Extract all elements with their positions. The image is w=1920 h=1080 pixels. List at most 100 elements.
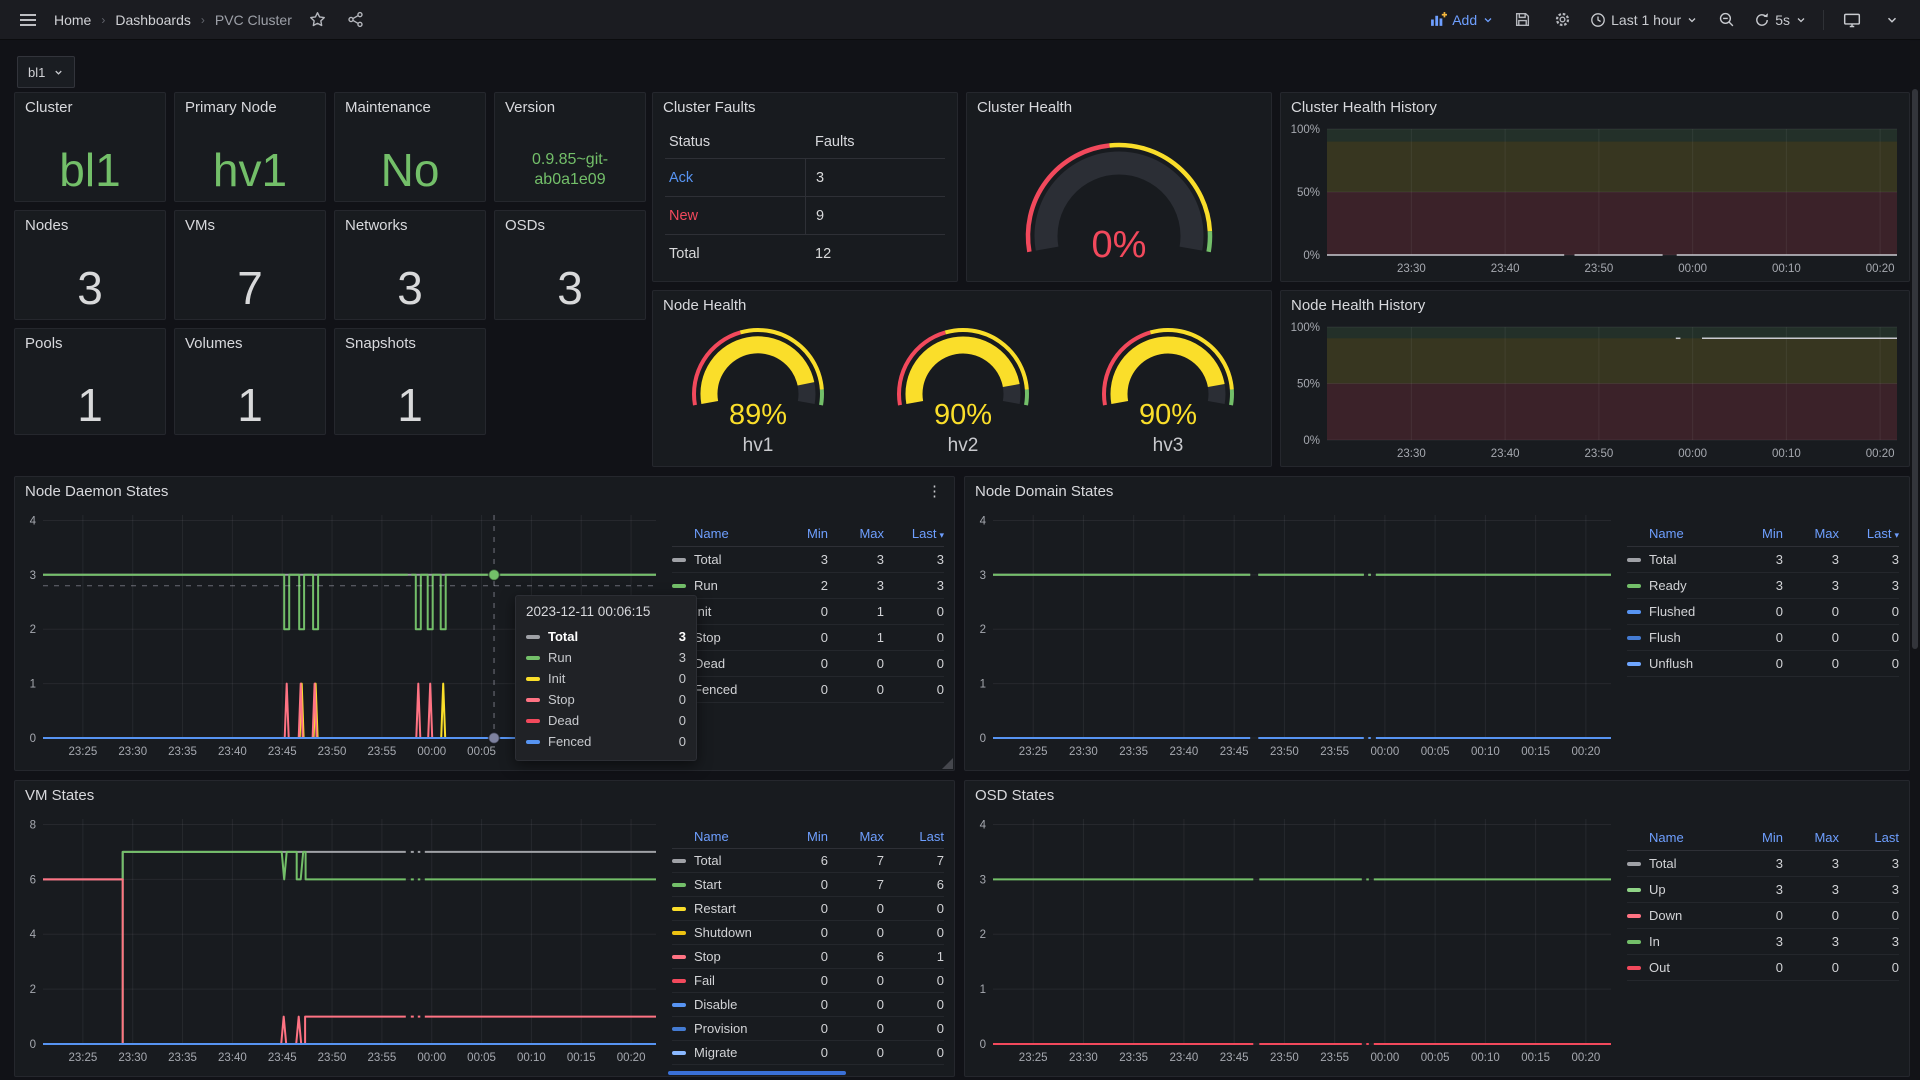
panel-title[interactable]: VM States [15,781,954,809]
navbar-collapse-button[interactable] [1880,8,1904,32]
legend-series-flush[interactable]: Flush [1627,630,1737,645]
legend-series-in[interactable]: In [1627,934,1737,949]
legend-series-up[interactable]: Up [1627,882,1737,897]
panel-node-daemon-states: Node Daemon States ⋮ 0123423:2523:3023:3… [14,476,955,771]
dashboard-settings-button[interactable] [1550,8,1574,32]
panel-title[interactable]: Pools [15,329,165,357]
legend-header-last[interactable]: Last▾ [884,526,944,541]
column-header-faults[interactable]: Faults [805,134,945,150]
panel-title[interactable]: Maintenance [335,93,485,121]
legend-series-total[interactable]: Total [672,552,782,567]
svg-text:4: 4 [30,515,37,527]
panel-title[interactable]: VMs [175,211,325,239]
panel-title[interactable]: Primary Node [175,93,325,121]
panel-title[interactable]: Node Domain States [965,477,1909,505]
node-health-history-chart[interactable]: 0%50%100%23:3023:4023:5000:0000:1000:20 [1281,293,1909,466]
legend-header-last[interactable]: Last [884,829,944,844]
kiosk-mode-button[interactable] [1840,8,1864,32]
svg-text:100%: 100% [1291,322,1320,334]
legend-series-flushed[interactable]: Flushed [1627,604,1737,619]
page-scrollbar-thumb[interactable] [1912,89,1918,649]
legend-series-fail[interactable]: Fail [672,973,782,988]
menu-toggle-button[interactable] [16,8,40,32]
legend-series-swatch [672,584,686,588]
legend-series-shutdown[interactable]: Shutdown [672,925,782,940]
panel-title[interactable]: Cluster Faults [653,93,957,121]
legend-series-restart[interactable]: Restart [672,901,782,916]
stat-panel-vms: VMs7 [174,210,326,320]
legend-max-value: 0 [828,1045,884,1060]
legend-horizontal-scrollbar[interactable] [668,1071,846,1075]
legend-series-migrate[interactable]: Migrate [672,1045,782,1060]
panel-resize-handle[interactable] [942,758,953,769]
panel-menu-icon[interactable]: ⋮ [921,481,948,503]
legend-series-out[interactable]: Out [1627,960,1737,975]
legend-header-last[interactable]: Last [1839,830,1899,845]
legend-header-name[interactable]: Name [672,829,782,844]
legend-series-start[interactable]: Start [672,877,782,892]
legend-series-provision[interactable]: Provision [672,1021,782,1036]
legend-series-run[interactable]: Run [672,578,782,593]
legend-max-value: 0 [828,656,884,671]
breadcrumb-home[interactable]: Home [54,12,91,28]
legend-header-min[interactable]: Min [1737,830,1783,845]
legend-header-min[interactable]: Min [1737,526,1783,541]
save-dashboard-button[interactable] [1510,8,1534,32]
legend-header-min[interactable]: Min [782,526,828,541]
svg-text:23:55: 23:55 [368,746,397,758]
legend-header-name[interactable]: Name [1627,526,1737,541]
legend-header-max[interactable]: Max [828,829,884,844]
legend-header-name[interactable]: Name [1627,830,1737,845]
panel-title[interactable]: Cluster [15,93,165,121]
refresh-picker[interactable]: 5s [1754,12,1807,28]
legend-min-value: 3 [1737,856,1783,871]
favorite-star-button[interactable] [306,8,330,32]
legend-header-last[interactable]: Last▾ [1839,526,1899,541]
legend-header-max[interactable]: Max [1783,830,1839,845]
legend-series-total[interactable]: Total [1627,856,1737,871]
legend-header-name[interactable]: Name [672,526,782,541]
add-panel-button[interactable]: Add [1430,11,1494,28]
legend-series-ready[interactable]: Ready [1627,578,1737,593]
legend-header-min[interactable]: Min [782,829,828,844]
share-dashboard-button[interactable] [344,8,368,32]
legend-series-label: Down [1649,908,1682,923]
legend-header-max[interactable]: Max [828,526,884,541]
gear-icon [1554,11,1571,28]
legend-series-disable[interactable]: Disable [672,997,782,1012]
tooltip-series-swatch [526,677,540,681]
osd-states-chart[interactable]: 0123423:2523:3023:3523:4023:4523:5023:55… [967,811,1617,1074]
vm-states-chart[interactable]: 0246823:2523:3023:3523:4023:4523:5023:55… [17,811,662,1074]
legend-min-value: 0 [1737,960,1783,975]
legend-header-max[interactable]: Max [1783,526,1839,541]
panel-title[interactable]: Networks [335,211,485,239]
column-header-status[interactable]: Status [665,134,805,150]
legend-max-value: 0 [1783,656,1839,671]
legend-series-swatch [672,859,686,863]
panel-title[interactable]: OSD States [965,781,1909,809]
time-range-picker[interactable]: Last 1 hour [1590,12,1698,28]
panel-title[interactable]: Nodes [15,211,165,239]
legend-series-total[interactable]: Total [672,853,782,868]
legend-series-unflush[interactable]: Unflush [1627,656,1737,671]
cluster-health-history-chart[interactable]: 0%50%100%23:3023:4023:5000:0000:1000:20 [1281,95,1909,281]
svg-text:23:40: 23:40 [218,1052,247,1064]
tooltip-series-name: Dead [548,713,579,728]
cluster-variable-dropdown[interactable]: bl1 [17,56,75,88]
panel-title[interactable]: Node Daemon States [15,477,954,505]
legend-series-stop[interactable]: Stop [672,949,782,964]
node-domain-states-chart[interactable]: 0123423:2523:3023:3523:4023:4523:5023:55… [967,507,1617,768]
panel-title[interactable]: OSDs [495,211,645,239]
panel-title[interactable]: Version [495,93,645,121]
breadcrumb-dashboards[interactable]: Dashboards [115,12,191,28]
panel-title[interactable]: Volumes [175,329,325,357]
panel-title[interactable]: Snapshots [335,329,485,357]
svg-text:00:00: 00:00 [1371,746,1400,758]
node-daemon-states-legend: NameMinMaxLast▾Total333Run233Init010Stop… [672,521,944,703]
svg-text:00:20: 00:20 [617,1052,646,1064]
legend-row: In333 [1627,929,1899,955]
legend-series-total[interactable]: Total [1627,552,1737,567]
legend-series-down[interactable]: Down [1627,908,1737,923]
zoom-out-time-button[interactable] [1714,8,1738,32]
svg-text:00:10: 00:10 [1471,746,1500,758]
